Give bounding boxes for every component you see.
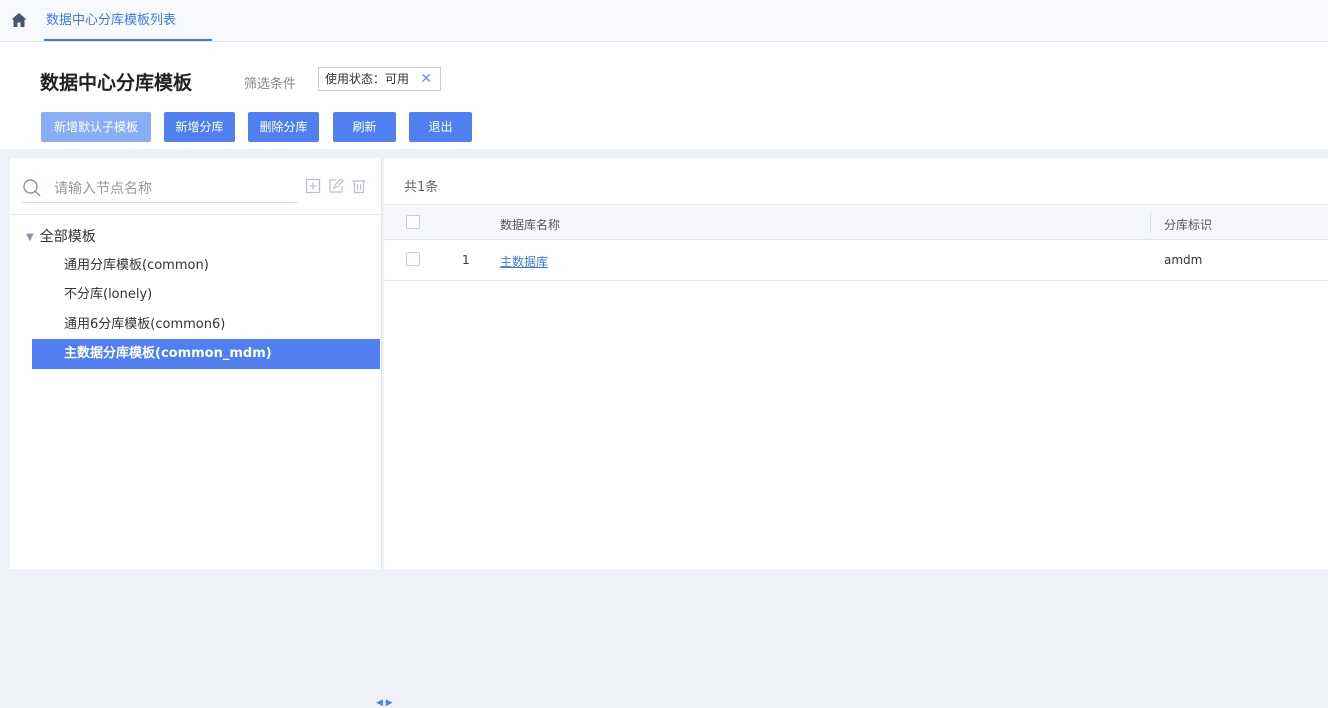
home-icon[interactable] [10, 11, 28, 29]
shard-id-cell: amdm [1164, 253, 1203, 267]
filter-label: 筛选条件 [244, 77, 297, 92]
edit-node-icon[interactable] [328, 178, 344, 194]
tab-datacenter-shard-template-list[interactable]: 数据中心分库模板列表 [44, 0, 212, 41]
tree-item-lonely[interactable]: 不分库(lonely) [32, 280, 380, 310]
tree-item-common6[interactable]: 通用6分库模板(common6) [32, 310, 380, 340]
tree-item-common[interactable]: 通用分库模板(common) [32, 251, 380, 281]
top-tab-bar: 数据中心分库模板列表 [0, 0, 1328, 42]
search-input[interactable] [52, 176, 296, 202]
db-name-link[interactable]: 主数据库 [500, 253, 548, 270]
filter-tag[interactable]: 使用状态：可用 ✕ [318, 67, 441, 91]
collapse-arrow-icon[interactable]: ▼ [26, 232, 34, 243]
row-index: 1 [462, 253, 470, 267]
search-icon [23, 179, 41, 197]
close-icon[interactable]: ✕ [420, 68, 432, 90]
column-resizer[interactable] [1150, 213, 1151, 233]
template-tree-panel: ▼ 全部模板 通用分库模板(common) 不分库(lonely) 通用6分库模板… [10, 158, 393, 708]
tree-root-node[interactable]: ▼ 全部模板 [26, 226, 96, 246]
add-node-icon[interactable] [305, 178, 321, 194]
delete-shard-button[interactable]: 删除分库 [248, 112, 319, 142]
row-checkbox[interactable] [406, 252, 420, 266]
table-header: 数据库名称 分库标识 [384, 204, 1328, 240]
shard-table-panel: 共1条 数据库名称 分库标识 1 主数据库 amdm [384, 158, 1328, 569]
tree-search [22, 176, 298, 203]
panel-splitter-toggle[interactable]: ◀ ▶ [376, 698, 393, 708]
add-shard-button[interactable]: 新增分库 [164, 112, 235, 142]
add-default-sub-template-button[interactable]: 新增默认子模板 [41, 112, 151, 142]
tree-divider [10, 214, 381, 215]
exit-button[interactable]: 退出 [409, 112, 472, 142]
table-row[interactable]: 1 主数据库 amdm [384, 240, 1328, 281]
select-all-checkbox[interactable] [406, 215, 420, 229]
column-header-shard-id[interactable]: 分库标识 [1164, 216, 1212, 233]
page-title: 数据中心分库模板 [40, 72, 193, 94]
record-count: 共1条 [404, 180, 439, 195]
filter-tag-text: 使用状态：可用 [325, 72, 410, 86]
tree-item-common-mdm[interactable]: 主数据分库模板(common_mdm) [32, 339, 380, 369]
refresh-button[interactable]: 刷新 [333, 112, 396, 142]
column-header-db-name[interactable]: 数据库名称 [500, 216, 560, 233]
tree-root-label: 全部模板 [39, 229, 96, 245]
page-header: 数据中心分库模板 筛选条件 使用状态：可用 ✕ 新增默认子模板 新增分库 删除分… [0, 42, 1328, 149]
delete-node-icon[interactable] [351, 178, 367, 194]
